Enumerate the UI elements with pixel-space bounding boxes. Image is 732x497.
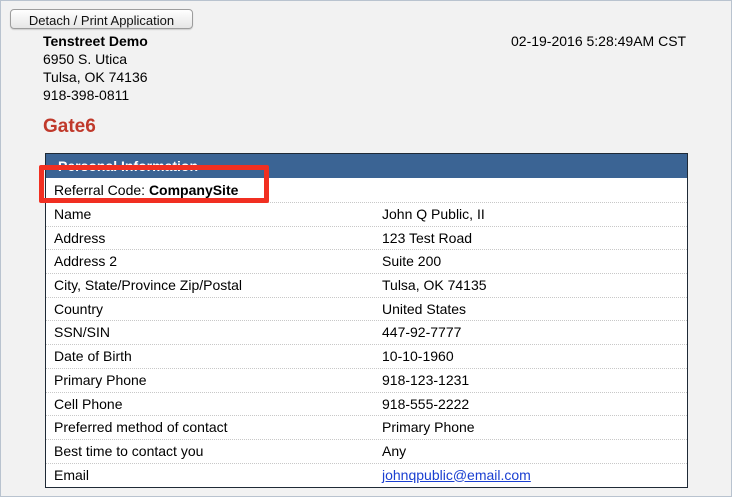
company-address: 6950 S. Utica [43,51,128,67]
row-value: Tulsa, OK 74135 [382,277,487,294]
row-label: Date of Birth [54,348,132,365]
table-row: Address 123 Test Road [46,227,687,251]
application-window: Detach / Print Application Tenstreet Dem… [0,0,732,497]
row-label: Address [54,229,106,246]
company-phone: 918-398-0811 [43,87,130,103]
row-value: 10-10-1960 [382,348,454,365]
table-row: Best time to contact you Any [46,440,687,464]
company-city-line: Tulsa, OK 74136 [43,69,148,85]
table-row: Country United States [46,298,687,322]
table-row: Preferred method of contact Primary Phon… [46,416,687,440]
table-row: Email johnqpublic@email.com [46,464,687,488]
row-label: Name [54,206,92,222]
row-label: SSN/SIN [54,324,111,341]
row-value: 447-92-7777 [382,324,462,341]
row-label: Preferred method of contact [54,419,228,436]
company-info: Tenstreet Demo 6950 S. Utica Tulsa, OK 7… [43,32,148,104]
row-label: Best time to contact you [54,442,204,459]
referral-code-value: CompanySite [148,182,239,198]
table-row: Cell Phone 918-555-2222 [46,393,687,417]
table-row: City, State/Province Zip/Postal Tulsa, O… [46,274,687,298]
row-value: Primary Phone [382,419,475,436]
detach-print-button[interactable]: Detach / Print Application [10,9,193,29]
gate-title: Gate6 [43,116,96,137]
table-row: Address 2 Suite 200 [46,250,687,275]
table-row: Primary Phone 918-123-1231 [46,369,687,393]
row-value: John Q Public, II [382,206,485,222]
row-value: United States [382,300,467,317]
row-value: 123 Test Road [382,229,473,246]
row-label: Address 2 [54,253,118,270]
section-header: Personal Information [46,154,687,178]
email-link[interactable]: johnqpublic@email.com [374,464,687,488]
row-value: 918-555-2222 [382,395,470,412]
row-label: Cell Phone [54,395,123,412]
row-value: Any [382,442,407,459]
table-row: SSN/SIN 447-92-7777 [46,321,687,346]
row-label: Country [54,300,104,317]
referral-code-label: Referral Code: [54,182,149,198]
referral-code-row: Referral Code: CompanySite [46,178,687,203]
row-label: Primary Phone [54,371,147,388]
row-value: 918-123-1231 [382,371,470,388]
table-row: Name John Q Public, II [46,203,687,227]
personal-information-panel: Personal Information Referral Code: Comp… [45,153,688,488]
info-rows: Name John Q Public, II Address 123 Test … [46,203,687,487]
table-row: Date of Birth 10-10-1960 [46,345,687,369]
company-name: Tenstreet Demo [43,33,148,49]
row-label: Email [54,466,90,483]
row-label: City, State/Province Zip/Postal [54,277,243,294]
row-value: Suite 200 [382,253,442,270]
timestamp: 02-19-2016 5:28:49AM CST [511,33,687,49]
